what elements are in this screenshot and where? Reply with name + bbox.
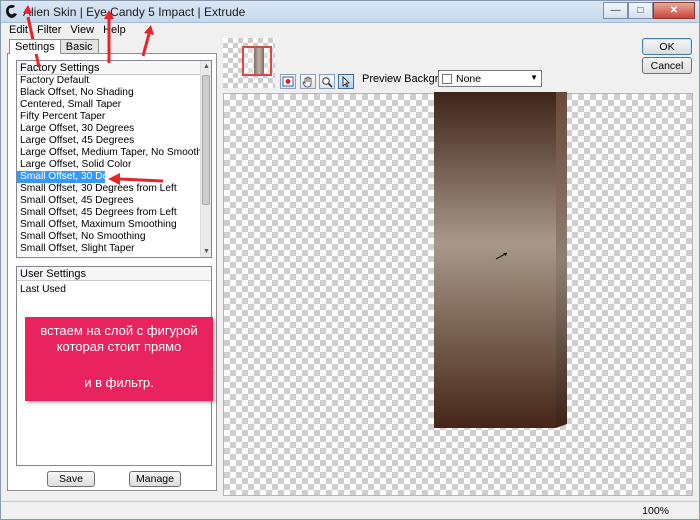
extrude-side-face	[556, 92, 567, 428]
annotation-line-1: встаем на слой с фигурой	[40, 323, 198, 338]
extruded-object	[434, 92, 567, 428]
tab-settings[interactable]: Settings	[9, 39, 61, 54]
annotation-line-3: и в фильтр.	[84, 375, 154, 390]
annotation-line-2: которая стоит прямо	[56, 339, 182, 354]
annotation-banner-bottom: и в фильтр.	[25, 371, 213, 401]
zoom-level: 100%	[642, 505, 669, 517]
annotation-banner: встаем на слой с фигурой которая стоит п…	[25, 317, 213, 372]
status-bar: 100%	[1, 501, 699, 519]
app-window: Alien Skin | Eye Candy 5 Impact | Extrud…	[0, 0, 700, 520]
extrude-front-face	[434, 92, 556, 428]
